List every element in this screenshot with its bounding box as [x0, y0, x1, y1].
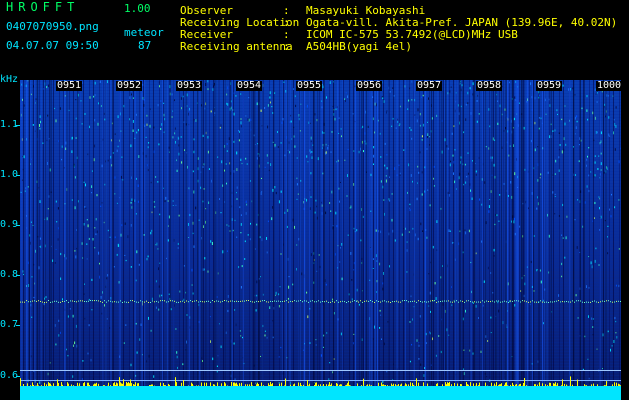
- app-version: 1.00: [124, 2, 151, 15]
- time-label: 0956: [356, 80, 383, 91]
- y-tick-mark: [16, 325, 20, 326]
- time-label: 0957: [416, 80, 443, 91]
- time-label: 0959: [536, 80, 563, 91]
- spectrogram-noise: [20, 80, 621, 400]
- time-label: 0954: [236, 80, 263, 91]
- antenna-value: A504HB(yagi 4el): [306, 40, 412, 53]
- event-count: 87: [138, 39, 152, 52]
- y-tick-mark: [16, 225, 20, 226]
- file-name: 0407070950.png: [6, 20, 99, 33]
- spectrogram-image: [20, 80, 621, 400]
- time-label: 0955: [296, 80, 323, 91]
- y-tick-mark: [16, 275, 20, 276]
- app-title: HROFFT: [6, 0, 80, 14]
- time-label: 0952: [116, 80, 143, 91]
- signal-level-bar: [20, 386, 621, 400]
- mode-label: meteor: [124, 26, 164, 39]
- y-tick-mark: [16, 175, 20, 176]
- y-axis-unit: kHz: [0, 74, 19, 85]
- y-tick-mark: [16, 125, 20, 126]
- time-label: 0958: [476, 80, 503, 91]
- time-label: 1000: [596, 80, 623, 91]
- antenna-label: Receiving antenna: [180, 40, 293, 53]
- time-label: 0953: [176, 80, 203, 91]
- date-time: 04.07.07 09:50: [6, 39, 99, 52]
- antenna-separator: :: [283, 40, 290, 53]
- meteor-echo-line: [20, 300, 621, 303]
- baseline-line: [20, 370, 621, 371]
- y-tick-mark: [16, 376, 20, 377]
- time-label: 0951: [56, 80, 83, 91]
